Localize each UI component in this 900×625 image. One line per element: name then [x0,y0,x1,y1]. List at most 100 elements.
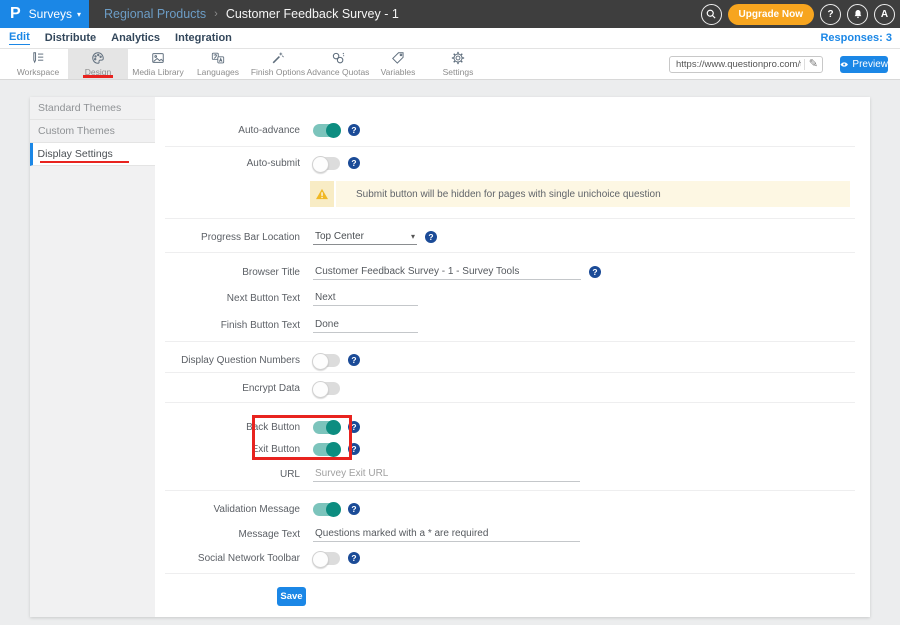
validation-message-toggle[interactable] [313,503,340,516]
auto-advance-row: Auto-advance ? [155,120,855,140]
toolbar-tab-label: Variables [381,67,416,77]
sidebar-item-custom-themes[interactable]: Custom Themes [30,120,155,143]
help-icon[interactable]: ? [348,157,360,169]
display-settings-panel: Auto-advance ? Auto-submit ? Submit butt… [155,97,870,617]
toolbar-tab-design[interactable]: Design [68,49,128,79]
media-library-icon [151,51,165,65]
toolbar-tab-label: Settings [443,67,474,77]
toolbar-tab-finish-options[interactable]: Finish Options [248,49,308,79]
finish-button-text-label: Finish Button Text [155,320,300,331]
surveys-menu[interactable]: Surveys ▾ [29,7,81,21]
submit-warning-banner: Submit button will be hidden for pages w… [310,181,850,207]
toolbar-tab-settings[interactable]: Settings [428,49,488,79]
back-button-label: Back Button [155,422,300,433]
message-text-input[interactable] [313,526,580,542]
preview-label: Preview [852,59,888,70]
exit-url-input[interactable] [313,466,580,482]
design-settings-card: Standard Themes Custom Themes Display Se… [30,97,870,617]
social-network-toolbar-toggle[interactable] [313,552,340,565]
edit-url-pencil-icon[interactable]: ✎ [804,59,818,70]
auto-advance-toggle[interactable] [313,124,340,137]
help-icon[interactable]: ? [348,354,360,366]
save-button[interactable]: Save [277,587,306,606]
toolbar-tab-advance-quotas[interactable]: Advance Quotas [308,49,368,79]
help-icon[interactable]: ? [348,124,360,136]
divider [165,372,855,373]
display-question-numbers-label: Display Question Numbers [155,355,300,366]
auto-submit-row: Auto-submit ? [155,153,855,173]
auto-submit-toggle[interactable] [313,157,340,170]
bell-icon [852,8,864,20]
avatar[interactable]: A [874,4,895,25]
search-button[interactable] [701,4,722,25]
divider [165,402,855,403]
sidebar-item-label: Standard Themes [38,102,121,114]
settings-gear-icon [451,51,465,65]
toolbar-tab-label: Languages [197,67,239,77]
toolbar-tab-languages[interactable]: Languages [188,49,248,79]
nav-tab-edit[interactable]: Edit [9,31,30,45]
exit-url-label: URL [155,469,300,480]
preview-button[interactable]: Preview [840,56,888,73]
display-question-numbers-row: Display Question Numbers ? [155,350,855,370]
main-nav: Edit Distribute Analytics Integration Re… [0,28,900,49]
nav-tab-integration[interactable]: Integration [175,32,232,45]
social-network-toolbar-label: Social Network Toolbar [155,553,300,564]
help-icon[interactable]: ? [589,266,601,278]
help-icon[interactable]: ? [348,421,360,433]
advance-quotas-links-icon [331,51,345,65]
progress-bar-location-select[interactable]: Top Center ▾ [313,229,417,245]
design-sidebar: Standard Themes Custom Themes Display Se… [30,97,155,617]
help-button[interactable]: ? [820,4,841,25]
browser-title-row: Browser Title ? [155,262,855,282]
topbar: P Surveys ▾ Regional Products › Customer… [0,0,900,28]
next-button-text-row: Next Button Text [155,288,855,308]
selected-option: Top Center [315,231,364,242]
upgrade-now-button[interactable]: Upgrade Now [728,4,814,25]
toolbar-tab-label: Advance Quotas [307,67,370,77]
survey-url-input[interactable] [676,59,801,70]
toolbar-tab-label: Workspace [17,67,59,77]
breadcrumb-separator-icon: › [214,8,218,20]
divider [165,252,855,253]
toolbar-tab-label: Finish Options [251,67,305,77]
sidebar-item-display-settings[interactable]: Display Settings [30,143,155,166]
toolbar-tab-media-library[interactable]: Media Library [128,49,188,79]
search-icon [705,8,717,20]
finish-button-text-row: Finish Button Text [155,315,855,335]
nav-tab-distribute[interactable]: Distribute [45,32,96,45]
display-question-numbers-toggle[interactable] [313,354,340,367]
eye-icon [840,61,848,68]
responses-count[interactable]: Responses: 3 [820,32,892,44]
breadcrumb-parent[interactable]: Regional Products [104,7,206,21]
browser-title-input[interactable] [313,264,581,280]
next-button-text-input[interactable] [313,290,418,306]
back-button-toggle[interactable] [313,421,340,434]
help-icon[interactable]: ? [425,231,437,243]
help-icon[interactable]: ? [348,443,360,455]
divider [165,341,855,342]
message-text-row: Message Text [155,524,855,544]
topbar-actions: Upgrade Now ? A [701,3,895,25]
help-icon[interactable]: ? [348,552,360,564]
nav-tab-analytics[interactable]: Analytics [111,32,160,45]
finish-button-text-input[interactable] [313,317,418,333]
help-icon[interactable]: ? [348,503,360,515]
auto-advance-label: Auto-advance [155,125,300,136]
app-logo-menu[interactable]: P Surveys ▾ [0,0,89,28]
workspace-icon [31,51,45,65]
encrypt-data-toggle[interactable] [313,382,340,395]
divider [165,146,855,147]
exit-button-toggle[interactable] [313,443,340,456]
toolbar-tab-variables[interactable]: Variables [368,49,428,79]
social-network-toolbar-row: Social Network Toolbar ? [155,548,855,568]
back-button-row: Back Button ? [155,417,855,437]
toolbar-tabs: Workspace Design Media Library Languages [8,49,488,79]
languages-translate-icon [211,51,225,65]
sidebar-item-standard-themes[interactable]: Standard Themes [30,97,155,120]
design-palette-icon [91,51,105,65]
toolbar-tab-workspace[interactable]: Workspace [8,49,68,79]
divider [165,573,855,574]
breadcrumb: Regional Products › Customer Feedback Su… [104,0,399,28]
notifications-button[interactable] [847,4,868,25]
